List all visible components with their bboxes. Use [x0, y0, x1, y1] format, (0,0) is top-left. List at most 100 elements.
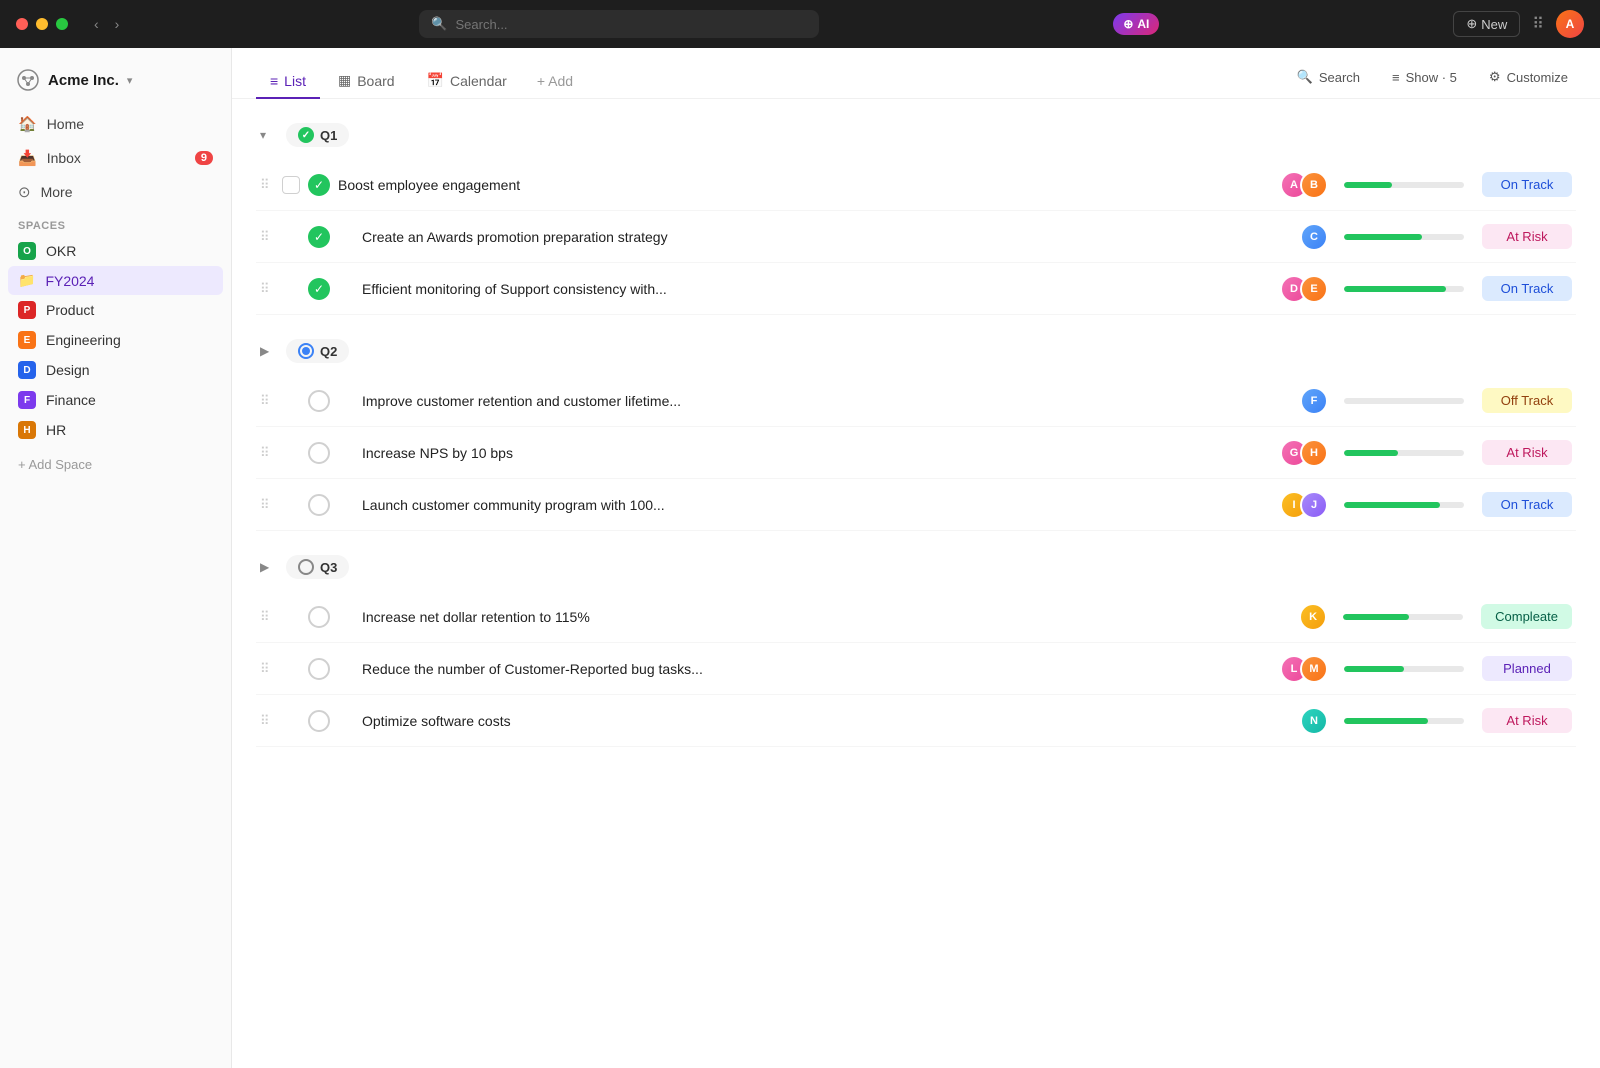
group-q3-toggle[interactable]: ▶ — [260, 560, 276, 574]
status-badge[interactable]: Off Track — [1482, 388, 1572, 413]
task-status-empty[interactable] — [308, 606, 330, 628]
minimize-button[interactable] — [36, 18, 48, 30]
drag-handle[interactable]: ⠿ — [260, 497, 274, 513]
sidebar-item-okr[interactable]: O OKR — [8, 236, 223, 266]
tab-calendar[interactable]: 📅 Calendar — [413, 64, 521, 99]
progress-track — [1344, 234, 1464, 240]
avatar: B — [1300, 171, 1328, 199]
status-badge[interactable]: Planned — [1482, 656, 1572, 681]
inbox-badge: 9 — [195, 151, 213, 165]
avatar: J — [1300, 491, 1328, 519]
tab-list[interactable]: ≡ List — [256, 65, 320, 99]
logo-icon — [16, 68, 40, 92]
sidebar-item-hr[interactable]: H HR — [8, 415, 223, 445]
group-q1-badge: ✓ Q1 — [286, 123, 349, 147]
search-action[interactable]: 🔍 Search — [1289, 65, 1368, 89]
sidebar-item-fy2024[interactable]: 📁 FY2024 — [8, 266, 223, 295]
progress-fill — [1343, 614, 1409, 620]
sidebar: Acme Inc. ▾ 🏠 Home 📥 Inbox 9 ⊙ More S — [0, 48, 232, 1068]
group-q1-toggle[interactable]: ▾ — [260, 128, 276, 142]
sidebar-item-design[interactable]: D Design — [8, 355, 223, 385]
progress-bar — [1343, 614, 1473, 620]
sidebar-item-engineering[interactable]: E Engineering — [8, 325, 223, 355]
new-button[interactable]: ⊕ New — [1453, 11, 1520, 37]
progress-track — [1344, 718, 1464, 724]
logo-area[interactable]: Acme Inc. ▾ — [0, 60, 231, 108]
close-button[interactable] — [16, 18, 28, 30]
progress-track — [1343, 614, 1463, 620]
task-status-done[interactable]: ✓ — [308, 278, 330, 300]
task-row: ⠿ Optimize software costs N At Risk — [256, 695, 1576, 747]
sidebar-item-product[interactable]: P Product — [8, 295, 223, 325]
task-status-empty[interactable] — [308, 442, 330, 464]
task-status-done[interactable]: ✓ — [308, 174, 330, 196]
progress-fill — [1344, 718, 1428, 724]
more-icon: ⊙ — [18, 183, 31, 201]
task-name: Efficient monitoring of Support consiste… — [338, 281, 1272, 297]
group-q3-header: ▶ Q3 — [256, 547, 1576, 587]
drag-handle[interactable]: ⠿ — [260, 229, 274, 245]
drag-handle[interactable]: ⠿ — [260, 445, 274, 461]
ai-badge[interactable]: ⊕ AI — [1113, 13, 1159, 35]
customize-action[interactable]: ⚙ Customize — [1481, 65, 1576, 89]
q1-check-icon: ✓ — [298, 127, 314, 143]
task-name: Increase net dollar retention to 115% — [338, 609, 1291, 625]
top-right-actions: ⊕ New ⠿ A — [1453, 10, 1584, 38]
user-avatar[interactable]: A — [1556, 10, 1584, 38]
drag-handle[interactable]: ⠿ — [260, 177, 274, 193]
task-status-empty[interactable] — [308, 390, 330, 412]
maximize-button[interactable] — [56, 18, 68, 30]
search-icon: 🔍 — [431, 16, 447, 32]
drag-handle[interactable]: ⠿ — [260, 393, 274, 409]
search-input[interactable] — [456, 17, 808, 32]
task-checkbox[interactable] — [282, 176, 300, 194]
drag-handle[interactable]: ⠿ — [260, 609, 274, 625]
tab-board[interactable]: ▦ Board — [324, 64, 409, 99]
group-q2-header: ▶ Q2 — [256, 331, 1576, 371]
status-badge[interactable]: On Track — [1482, 172, 1572, 197]
task-row: ⠿ Increase NPS by 10 bps G H At Risk — [256, 427, 1576, 479]
list-content: ▾ ✓ Q1 ⠿ ✓ Boost employee engagement A B — [232, 99, 1600, 763]
status-badge[interactable]: At Risk — [1482, 708, 1572, 733]
avatar: E — [1300, 275, 1328, 303]
task-avatars: D E — [1280, 275, 1328, 303]
task-status-empty[interactable] — [308, 658, 330, 680]
progress-fill — [1344, 666, 1404, 672]
add-space-button[interactable]: + Add Space — [0, 449, 231, 480]
task-status-empty[interactable] — [308, 710, 330, 732]
status-badge[interactable]: At Risk — [1482, 440, 1572, 465]
forward-button[interactable]: › — [109, 14, 126, 34]
sidebar-item-more[interactable]: ⊙ More — [8, 176, 223, 208]
add-view-button[interactable]: + Add — [525, 65, 585, 97]
spaces-label: Spaces — [0, 208, 231, 236]
task-status-done[interactable]: ✓ — [308, 226, 330, 248]
status-badge[interactable]: On Track — [1482, 492, 1572, 517]
avatar: C — [1300, 223, 1328, 251]
global-search[interactable]: 🔍 — [419, 10, 819, 38]
progress-bar — [1344, 666, 1474, 672]
group-q2-toggle[interactable]: ▶ — [260, 344, 276, 358]
progress-bar — [1344, 286, 1474, 292]
status-badge[interactable]: Compleate — [1481, 604, 1572, 629]
drag-handle[interactable]: ⠿ — [260, 713, 274, 729]
back-button[interactable]: ‹ — [88, 14, 105, 34]
sidebar-item-home[interactable]: 🏠 Home — [8, 108, 223, 140]
task-name: Boost employee engagement — [338, 177, 1272, 193]
view-actions: 🔍 Search ≡ Show · 5 ⚙ Customize — [1289, 65, 1576, 97]
avatar: N — [1300, 707, 1328, 735]
task-status-empty[interactable] — [308, 494, 330, 516]
grid-icon[interactable]: ⠿ — [1532, 14, 1544, 34]
sidebar-item-finance[interactable]: F Finance — [8, 385, 223, 415]
home-icon: 🏠 — [18, 115, 37, 133]
status-badge[interactable]: At Risk — [1482, 224, 1572, 249]
progress-fill — [1344, 450, 1398, 456]
task-name: Create an Awards promotion preparation s… — [338, 229, 1292, 245]
drag-handle[interactable]: ⠿ — [260, 661, 274, 677]
product-dot: P — [18, 301, 36, 319]
show-action[interactable]: ≡ Show · 5 — [1384, 66, 1465, 89]
sidebar-item-inbox[interactable]: 📥 Inbox 9 — [8, 142, 223, 174]
window-controls — [16, 18, 68, 30]
drag-handle[interactable]: ⠿ — [260, 281, 274, 297]
progress-fill — [1344, 286, 1446, 292]
status-badge[interactable]: On Track — [1482, 276, 1572, 301]
